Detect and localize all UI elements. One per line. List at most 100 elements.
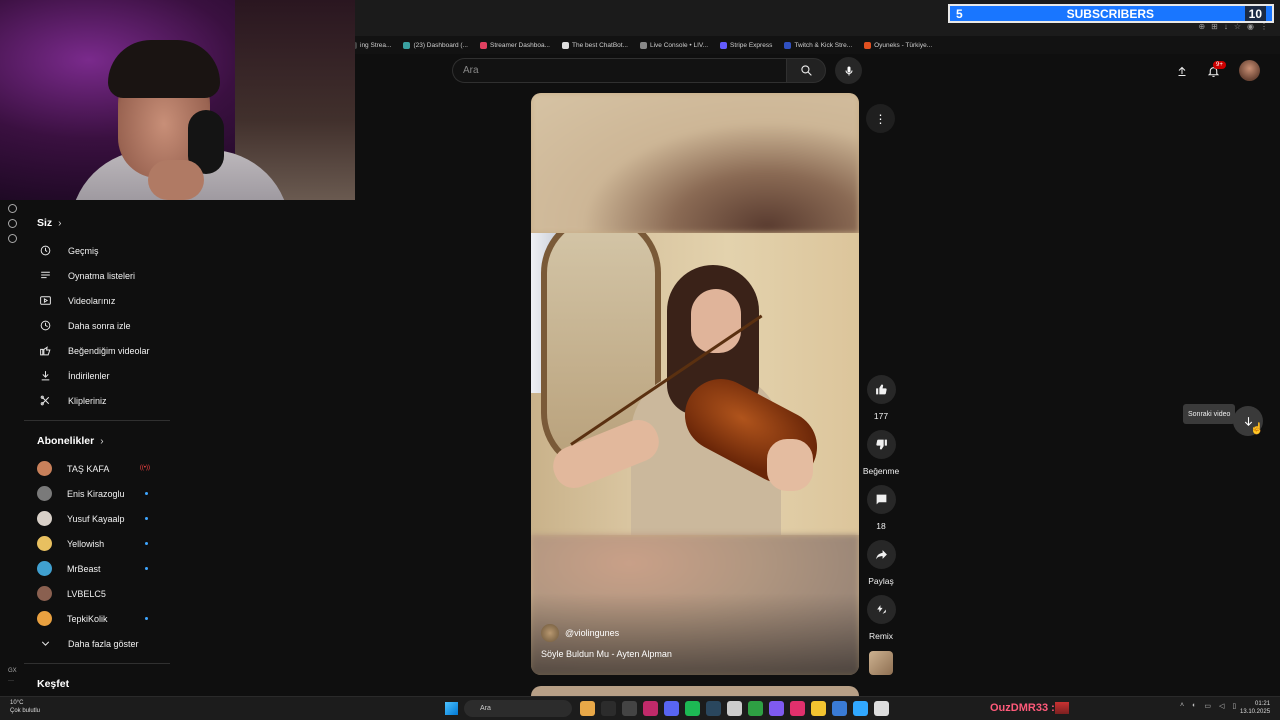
webcam-overlay	[0, 0, 355, 200]
subscription-item[interactable]: Enis Kirazoglu	[24, 481, 170, 506]
download-toolbar-icon[interactable]: ↓	[1224, 22, 1228, 31]
search-button[interactable]	[786, 58, 826, 83]
subscriptions-section-title[interactable]: Abonelikler ›	[24, 426, 170, 456]
taskbar: 10°C Çok bulutlu Ara OuzDMR33 : ˄ ◐ ▭ ◁ …	[0, 696, 1280, 720]
channel-avatar	[37, 511, 52, 526]
system-tray: ˄ ◐ ▭ ◁ ▯	[1180, 702, 1236, 710]
sidebar-item-liked[interactable]: Beğendiğim videolar	[24, 338, 170, 363]
sidebar-item-history[interactable]: Geçmiş	[24, 238, 170, 263]
zoom-icon[interactable]: ⊕	[1198, 22, 1205, 31]
subscription-item[interactable]: Yellowish	[24, 531, 170, 556]
taskbar-app-icon[interactable]	[580, 701, 595, 716]
sidebar-divider	[24, 420, 170, 421]
comments-button[interactable]	[866, 485, 896, 514]
weather-widget[interactable]: 10°C Çok bulutlu	[10, 699, 40, 715]
taskbar-app-icon[interactable]	[790, 701, 805, 716]
bookmark-item[interactable]: Oyuneks - Türkiye...	[864, 41, 932, 49]
taskbar-app-icon[interactable]	[769, 701, 784, 716]
sidebar-item-download[interactable]: İndirilenler	[24, 363, 170, 388]
subscription-item[interactable]: TepkiKolik	[24, 606, 170, 631]
taskbar-app-icon[interactable]	[706, 701, 721, 716]
dislike-action: Beğenme	[862, 430, 900, 476]
bookmark-item[interactable]: ing Strea...	[350, 41, 391, 49]
new-content-dot	[145, 542, 148, 545]
bookmark-item[interactable]: Twitch & Kick Stre...	[784, 41, 852, 49]
taskbar-app-icon[interactable]	[643, 701, 658, 716]
taskbar-app-icon[interactable]	[874, 701, 889, 716]
dislike-label: Beğenme	[862, 466, 900, 476]
bookmark-star-icon[interactable]: ☆	[1234, 22, 1241, 31]
voice-search-button[interactable]	[835, 57, 862, 84]
rail-history-icon[interactable]	[8, 204, 17, 213]
channel-avatar	[37, 586, 52, 601]
taskbar-app-icon[interactable]	[601, 701, 616, 716]
extension-icon[interactable]: ⊞	[1211, 22, 1218, 31]
taskbar-app-icon[interactable]	[622, 701, 637, 716]
history-icon	[38, 244, 52, 258]
watch-later-icon	[38, 319, 52, 333]
bookmark-item[interactable]: The best ChatBot...	[561, 41, 628, 49]
subscriber-label: SUBSCRIBERS	[1066, 6, 1154, 21]
subscription-item[interactable]: MrBeast	[24, 556, 170, 581]
taskbar-app-icon[interactable]	[727, 701, 742, 716]
sidebar-item-playlist[interactable]: Oynatma listeleri	[24, 263, 170, 288]
dislike-button[interactable]	[866, 430, 896, 459]
short-title[interactable]: Söyle Buldun Mu - Ayten Alpman	[541, 649, 672, 659]
new-content-dot	[145, 492, 148, 495]
bookmark-item[interactable]: Stripe Express	[720, 41, 772, 49]
comment-icon	[876, 494, 886, 505]
search-icon	[800, 65, 812, 76]
taskbar-app-icon[interactable]	[853, 701, 868, 716]
bookmark-item[interactable]: Live Console • LIV...	[640, 41, 708, 49]
comment-count: 18	[876, 521, 886, 531]
you-section-title[interactable]: Siz ›	[24, 208, 170, 238]
channel-avatar	[541, 624, 559, 642]
search-input[interactable]: Ara	[452, 58, 786, 83]
share-action: Paylaş	[866, 540, 896, 586]
short-video-player[interactable]: @violingunes Söyle Buldun Mu - Ayten Alp…	[531, 93, 859, 675]
taskbar-app-icon[interactable]	[811, 701, 826, 716]
tray-network-icon[interactable]: ▭	[1204, 702, 1211, 710]
remix-button[interactable]	[866, 595, 896, 624]
taskbar-search[interactable]: Ara	[464, 700, 572, 717]
taskbar-app-icon[interactable]	[685, 701, 700, 716]
sidebar-item-watch-later[interactable]: Daha sonra izle	[24, 313, 170, 338]
taskbar-app-icon[interactable]	[748, 701, 763, 716]
rail-settings-icon[interactable]	[8, 234, 17, 243]
rail-chat-icon[interactable]	[8, 219, 17, 228]
download-icon	[38, 369, 52, 383]
taskbar-clock[interactable]: 01:21 13.10.2025	[1240, 700, 1270, 716]
bookmark-item[interactable]: (23) Dashboard (...	[403, 41, 468, 49]
more-options-button[interactable]: ⋮	[866, 104, 895, 133]
remix-label: Remix	[868, 631, 894, 641]
bookmark-item[interactable]: Streamer Dashboa...	[480, 41, 550, 49]
menu-icon[interactable]: ⋮	[1260, 22, 1268, 31]
taskbar-app-icon[interactable]	[832, 701, 847, 716]
sound-thumbnail[interactable]	[869, 651, 893, 675]
like-button[interactable]	[866, 375, 896, 404]
subscriber-goal-overlay: 5 SUBSCRIBERS 10	[948, 4, 1274, 23]
subscription-item[interactable]: LVBELC5	[24, 581, 170, 606]
show-more-button[interactable]: Daha fazla göster	[24, 631, 170, 656]
account-avatar[interactable]	[1239, 60, 1260, 81]
subscription-item[interactable]: Yusuf Kayaalp	[24, 506, 170, 531]
share-button[interactable]	[866, 540, 896, 569]
live-indicator-icon: ((•))	[139, 465, 150, 471]
tray-chevron-icon[interactable]: ˄	[1180, 702, 1184, 710]
explore-section-title[interactable]: Keşfet	[24, 669, 170, 699]
subscriber-target: 10	[1244, 6, 1266, 21]
tray-battery-icon[interactable]: ▯	[1232, 702, 1236, 710]
chat-username: OuzDMR33 :	[990, 702, 1055, 714]
channel-avatar	[37, 611, 52, 626]
subscription-item[interactable]: TAŞ KAFA ((•))	[24, 456, 170, 481]
upload-button[interactable]	[1171, 60, 1193, 82]
taskbar-app-icon[interactable]	[664, 701, 679, 716]
channel-link[interactable]: @violingunes	[541, 624, 619, 642]
sidebar-item-your-videos[interactable]: Videolarınız	[24, 288, 170, 313]
tray-volume-icon[interactable]: ◁	[1219, 702, 1224, 710]
sidebar-divider	[24, 663, 170, 664]
tray-mic-icon[interactable]: ◐	[1192, 702, 1196, 710]
start-button[interactable]	[445, 702, 458, 715]
profile-icon[interactable]: ◉	[1247, 22, 1254, 31]
sidebar-item-clips[interactable]: Klipleriniz	[24, 388, 170, 413]
